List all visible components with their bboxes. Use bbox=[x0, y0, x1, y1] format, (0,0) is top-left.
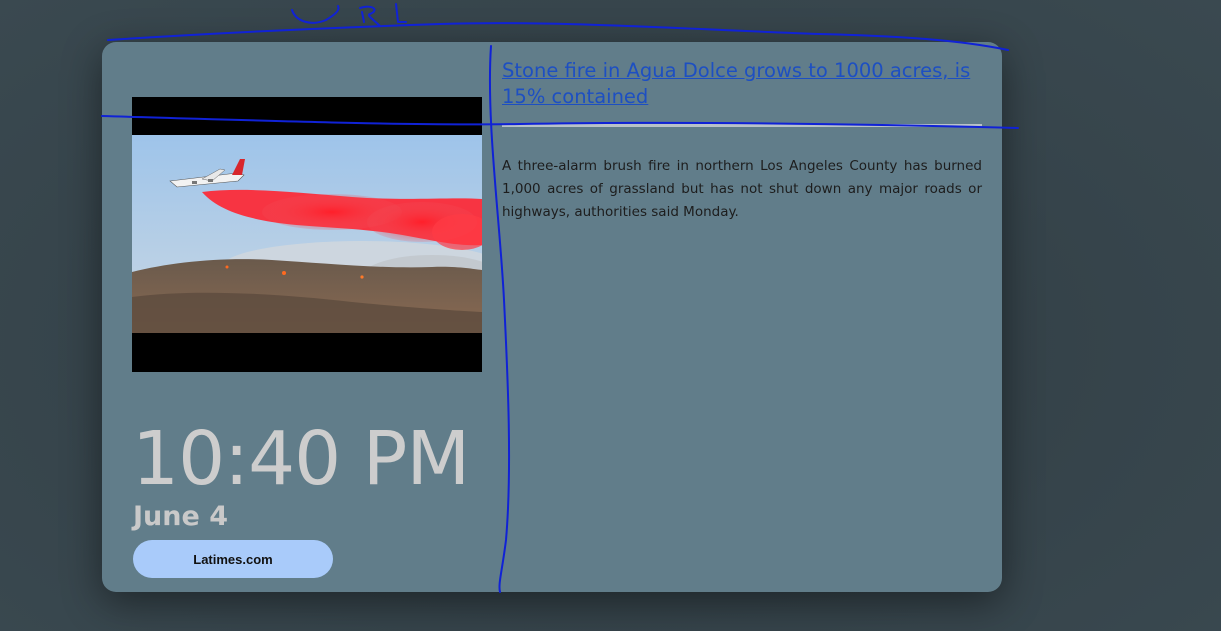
annotation-letter-r bbox=[359, 5, 381, 27]
article-headline-link[interactable]: Stone fire in Agua Dolce grows to 1000 a… bbox=[502, 58, 982, 110]
source-link-button[interactable]: Latimes.com bbox=[133, 540, 333, 578]
clock-time: 10:40 PM bbox=[132, 416, 470, 502]
page-background: 10:40 PM June 4 Latimes.com Stone fire i… bbox=[0, 0, 1221, 631]
article-panel: Stone fire in Agua Dolce grows to 1000 a… bbox=[502, 58, 982, 238]
article-image[interactable] bbox=[132, 97, 482, 372]
annotation-letter-l bbox=[395, 3, 407, 23]
annotation-letter-u bbox=[291, 5, 340, 24]
clock-date: June 4 bbox=[133, 501, 228, 532]
article-summary: A three-alarm brush fire in northern Los… bbox=[502, 158, 982, 220]
headline-divider bbox=[502, 124, 982, 127]
news-card: 10:40 PM June 4 Latimes.com Stone fire i… bbox=[102, 42, 1002, 592]
fire-retardant-drop-image bbox=[132, 97, 482, 372]
